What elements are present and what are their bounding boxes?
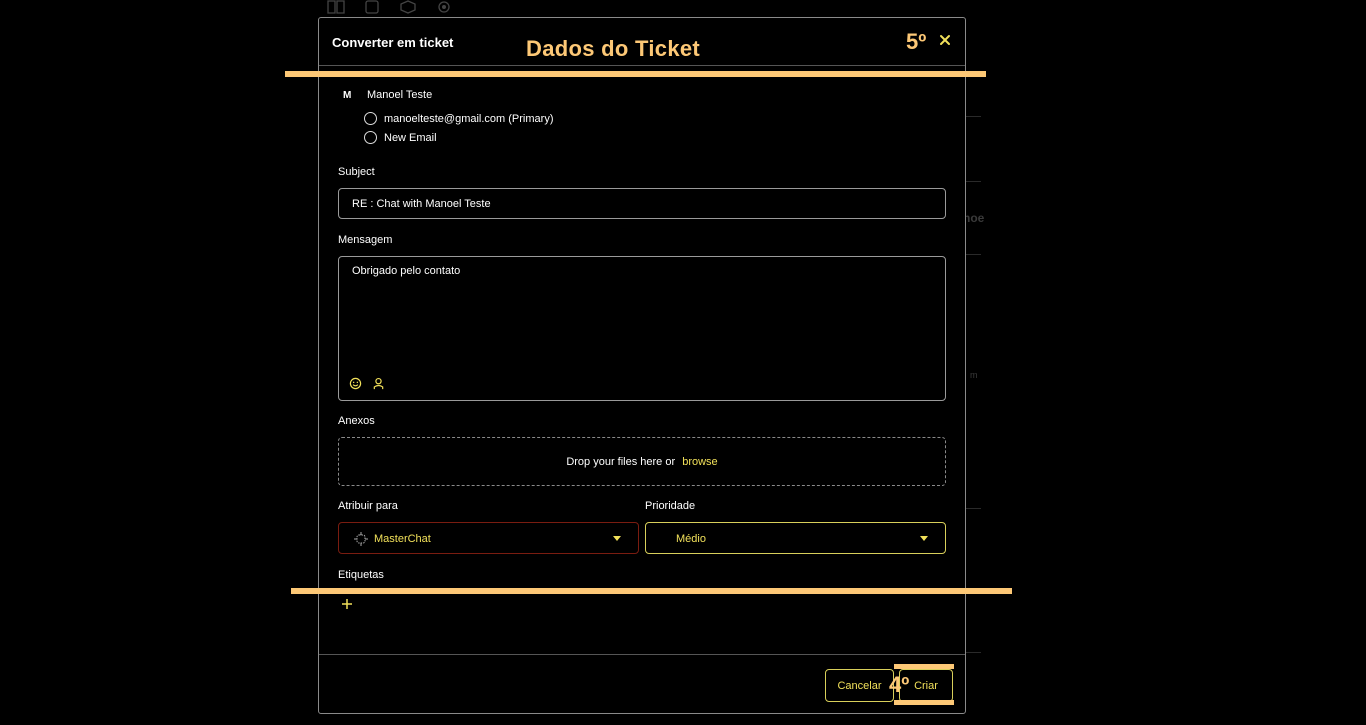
priority-select[interactable]: Médio	[645, 522, 946, 554]
drop-text: Drop your files here or	[566, 456, 676, 468]
contact-row: M Manoel Teste	[343, 89, 432, 101]
email-option-label: manoelteste@gmail.com (Primary)	[384, 112, 554, 125]
background-text: noe	[963, 211, 985, 225]
book-icon	[327, 0, 345, 14]
convert-ticket-modal: Converter em ticket M Manoel Teste manoe…	[318, 17, 966, 714]
background-toolbar	[326, 0, 454, 14]
annotation-bar-bottom	[291, 588, 1012, 594]
bot-icon	[354, 532, 368, 546]
chevron-down-icon	[920, 536, 928, 541]
background-divider	[966, 181, 981, 182]
radio-button[interactable]	[364, 112, 377, 125]
assign-value: MasterChat	[374, 533, 431, 545]
agent-icon[interactable]	[372, 377, 385, 390]
subject-label: Subject	[338, 166, 375, 178]
annotation-bar-create-bottom	[894, 700, 954, 705]
modal-title: Converter em ticket	[332, 35, 454, 50]
contact-avatar: M	[343, 89, 352, 101]
radio-button[interactable]	[364, 131, 377, 144]
file-drop-zone[interactable]: Drop your files here or browse	[338, 437, 946, 486]
priority-value: Médio	[676, 533, 706, 545]
priority-label: Prioridade	[645, 500, 696, 512]
assign-label: Atribuir para	[338, 500, 398, 512]
browse-link[interactable]: browse	[682, 456, 717, 468]
add-tag-icon[interactable]	[341, 598, 353, 610]
gear-icon	[438, 1, 450, 13]
annotation-step-4: 4º	[889, 672, 910, 697]
email-option-label: New Email	[384, 131, 437, 144]
subject-input[interactable]: RE : Chat with Manoel Teste	[338, 188, 946, 219]
background-divider	[966, 652, 981, 653]
cube-icon	[400, 0, 416, 14]
close-icon[interactable]	[937, 32, 953, 48]
background-divider	[966, 116, 981, 117]
message-textarea[interactable]: Obrigado pelo contato	[338, 256, 946, 401]
emoji-icon[interactable]	[349, 377, 362, 390]
annotation-title: Dados do Ticket	[526, 36, 701, 61]
database-icon	[365, 0, 379, 14]
chevron-down-icon	[613, 536, 621, 541]
tags-label: Etiquetas	[338, 569, 384, 581]
message-value: Obrigado pelo contato	[352, 265, 461, 277]
subject-value: RE : Chat with Manoel Teste	[352, 198, 491, 210]
cancel-button[interactable]: Cancelar	[825, 669, 894, 702]
message-label: Mensagem	[338, 234, 393, 246]
background-divider	[966, 254, 981, 255]
assign-select[interactable]: MasterChat	[338, 522, 639, 554]
annotation-step-5: 5º	[906, 29, 927, 54]
email-option-new[interactable]: New Email	[364, 131, 437, 144]
email-option-primary[interactable]: manoelteste@gmail.com (Primary)	[364, 112, 554, 125]
modal-footer: Cancelar Criar	[319, 654, 965, 715]
background-divider	[966, 508, 981, 509]
contact-name: Manoel Teste	[367, 89, 433, 101]
attachments-label: Anexos	[338, 415, 375, 427]
annotation-bar-top	[285, 71, 986, 77]
annotation-bar-create-top	[894, 664, 954, 669]
background-text: m	[970, 370, 978, 380]
